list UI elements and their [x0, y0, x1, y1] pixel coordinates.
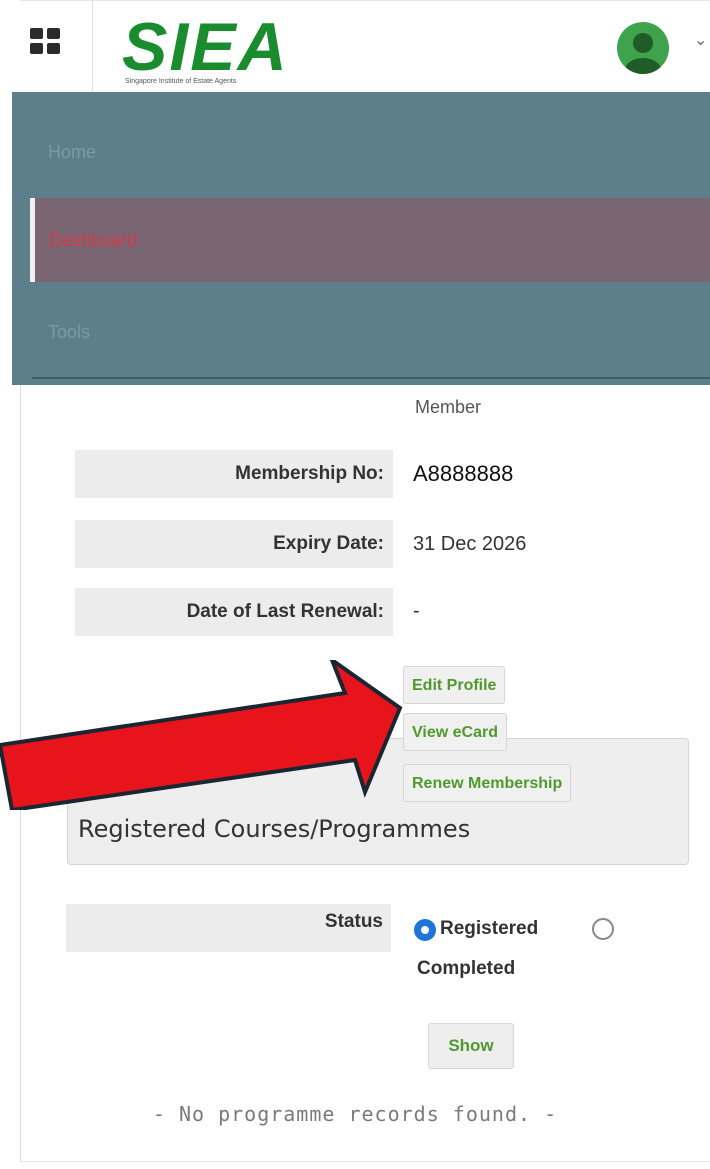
nav-item-tools[interactable]: Tools [32, 292, 710, 378]
courses-heading: Registered Courses/Programmes [78, 815, 471, 843]
logo-tagline: Singapore Institute of Estate Agents [125, 78, 237, 85]
member-type-value: Member [415, 397, 482, 417]
status-label: Status [66, 904, 391, 952]
nav-item-label: Home [48, 142, 97, 162]
user-avatar[interactable] [617, 22, 669, 74]
status-registered-label[interactable]: Registered [440, 918, 538, 940]
membership-no-value: A8888888 [413, 461, 514, 486]
nav-divider [32, 377, 710, 379]
nav-item-label: Dashboard [49, 230, 138, 250]
last-renewal-value: - [413, 600, 420, 622]
nav-item-home[interactable]: Home [32, 92, 710, 192]
logo-text: SIEA [122, 9, 289, 85]
nav-item-label: Tools [48, 322, 91, 342]
expiry-date-label: Expiry Date: [75, 520, 393, 568]
status-completed-radio[interactable] [592, 918, 614, 940]
apps-grid-icon[interactable] [30, 28, 62, 58]
expiry-date-value: 31 Dec 2026 [413, 533, 527, 555]
nav-item-dashboard[interactable]: Dashboard [30, 198, 710, 282]
last-renewal-label: Date of Last Renewal: [75, 588, 393, 636]
status-registered-radio[interactable] [414, 919, 436, 941]
chevron-down-icon[interactable]: ⌄ [694, 30, 707, 50]
status-completed-label[interactable]: Completed [417, 958, 515, 980]
side-nav-menu: Home Dashboard Tools [12, 92, 710, 385]
empty-records-message: - No programme records found. - [152, 1102, 558, 1126]
header-divider [92, 0, 93, 92]
annotation-arrow-icon [0, 660, 403, 810]
membership-no-label: Membership No: [75, 450, 393, 498]
show-button[interactable]: Show [428, 1023, 514, 1069]
